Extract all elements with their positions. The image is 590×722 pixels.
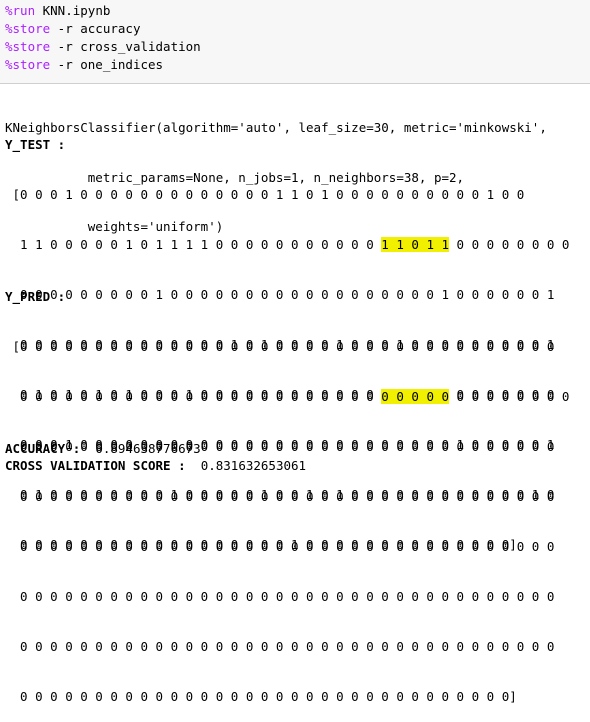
highlighted-values: 0 0 0 0 0: [381, 389, 450, 404]
accuracy-line: ACCURACY : 0.894638776673: [5, 441, 201, 458]
array-row: [0 0 0 0 0 0 0 0 0 0 0 0 0 0 0 0 0 0 0 0…: [5, 339, 555, 354]
cv-label: CROSS VALIDATION SCORE :: [5, 458, 186, 473]
array-row: 0 0 0 0 0 0 0 0 0 0 0 0 0 0 0 0 0 0 0 0 …: [5, 639, 555, 654]
y-test-label: Y_TEST :: [5, 137, 66, 152]
cv-line: CROSS VALIDATION SCORE : 0.831632653061: [5, 458, 306, 475]
y-pred-label: Y_PRED :: [5, 289, 66, 304]
accuracy-value: 0.894638776673: [95, 441, 201, 456]
array-row: 0 0 0 0 0 0 0 0 0 0 0 0 0 0 0 0 0 0 0 0 …: [5, 389, 570, 404]
code-input-cell[interactable]: %run KNN.ipynb %store -r accuracy %store…: [0, 0, 590, 84]
array-row: 0 0 0 0 0 0 0 0 0 0 0 0 0 0 0 0 0 0 0 0 …: [5, 589, 555, 604]
array-row: [0 0 0 1 0 0 0 0 0 0 0 0 0 0 0 0 0 1 1 0…: [5, 187, 525, 202]
accuracy-label: ACCURACY :: [5, 441, 81, 456]
highlighted-values: 1 1 0 1 1: [381, 237, 450, 252]
cv-value: 0.831632653061: [200, 458, 307, 473]
code-line: %store -r one_indices: [5, 57, 164, 72]
array-row: 0 0 0 0 0 0 0 0 0 0 0 0 0 0 0 0 0 0 0 0 …: [5, 689, 517, 704]
code-line: %store -r accuracy: [5, 21, 141, 36]
code-line: %run KNN.ipynb: [5, 3, 111, 18]
y-pred-array: [0 0 0 0 0 0 0 0 0 0 0 0 0 0 0 0 0 0 0 0…: [5, 305, 570, 722]
array-row: 1 1 0 0 0 0 0 1 0 1 1 1 1 0 0 0 0 0 0 0 …: [5, 237, 570, 252]
array-row: 0 0 0 0 0 0 0 0 0 1 0 0 0 0 0 0 0 0 0 0 …: [5, 287, 555, 302]
array-row: 0 0 0 0 0 0 0 0 0 0 0 0 0 0 0 0 0 0 0 0 …: [5, 489, 555, 504]
code-line: %store -r cross_validation: [5, 39, 201, 54]
classifier-line: KNeighborsClassifier(algorithm='auto', l…: [5, 120, 547, 135]
array-row: 0 0 0 0 0 0 0 0 0 0 0 0 0 0 0 0 0 0 0 0 …: [5, 539, 555, 554]
